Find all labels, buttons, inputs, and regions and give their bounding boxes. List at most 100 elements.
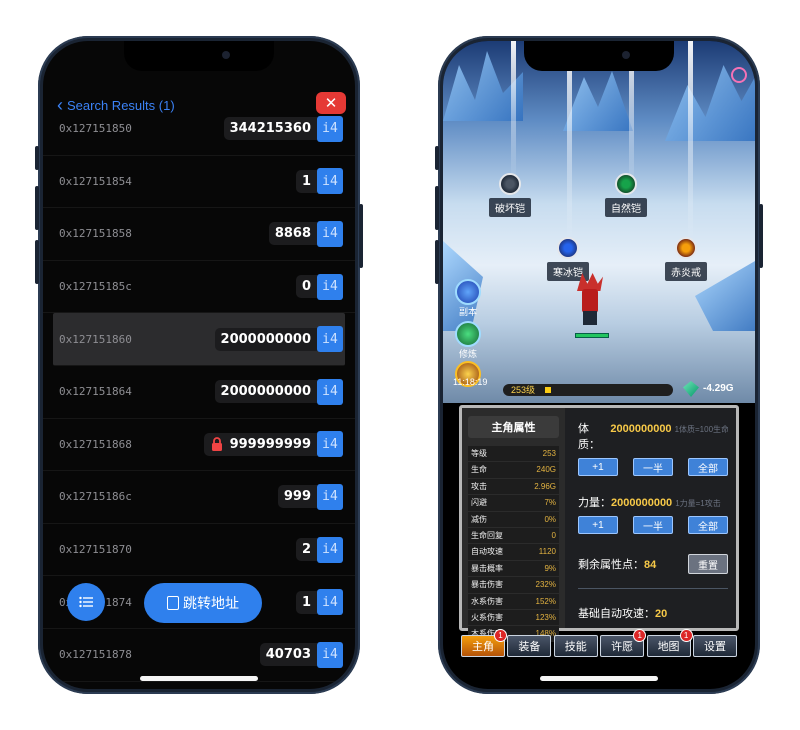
result-row-selected[interactable]: 0x127151860 2000000000 i4: [53, 313, 345, 366]
constitution-label: 体质：: [578, 423, 600, 451]
stat-key: 等级: [471, 449, 487, 458]
tab-equipment[interactable]: 装备: [507, 635, 552, 657]
type-badge[interactable]: i4: [317, 168, 343, 195]
value-field[interactable]: 8868: [268, 222, 317, 246]
armor-flame[interactable]: 赤炎戒: [665, 237, 707, 281]
armor-nature[interactable]: 自然铠: [605, 173, 647, 217]
value-text: 999: [283, 489, 311, 505]
value-field[interactable]: 1: [295, 590, 317, 614]
reset-button[interactable]: 重置: [688, 554, 728, 574]
result-row[interactable]: 0x127151864 2000000000 i4: [43, 366, 355, 419]
result-row[interactable]: 0x127151878 40703 i4: [43, 629, 355, 682]
strength-note: 1力量=1攻击: [675, 499, 721, 508]
type-badge[interactable]: i4: [317, 220, 343, 247]
constitution-line: 体质： 2000000000 1体质=100生命: [578, 420, 728, 452]
home-indicator: [540, 676, 658, 681]
lock-icon[interactable]: [210, 437, 224, 452]
type-badge[interactable]: i4: [317, 536, 343, 563]
value-field[interactable]: 999: [277, 485, 317, 509]
stat-row: 生命 240G: [468, 462, 559, 478]
hero-body: [582, 289, 598, 313]
value-text: 0: [301, 279, 311, 295]
stat-row: 暴击概率 9%: [468, 560, 559, 577]
result-row[interactable]: 0x127151870 2 i4: [43, 524, 355, 577]
result-row[interactable]: 0x127151854 1 i4: [43, 156, 355, 209]
stat-value: 253: [542, 449, 556, 458]
stat-value: 123%: [535, 612, 556, 622]
value-text: 1: [301, 173, 311, 189]
list-fab-button[interactable]: [67, 583, 105, 621]
constitution-buttons: +1 一半 全部: [578, 458, 728, 476]
str-plus-one-button[interactable]: +1: [578, 516, 618, 534]
value-field[interactable]: 2000000000: [214, 327, 317, 351]
address-text: 0x127151854: [59, 174, 132, 188]
stat-key: 暴击伤害: [471, 580, 503, 590]
power-button: [359, 204, 363, 268]
type-badge[interactable]: i4: [317, 273, 343, 300]
train-button[interactable]: 修炼: [455, 321, 481, 360]
value-text: 8868: [274, 226, 311, 242]
con-all-button[interactable]: 全部: [688, 458, 728, 476]
stat-row: 自动攻速 1120: [468, 544, 559, 560]
result-row[interactable]: 0x127151868 999999999 i4: [43, 419, 355, 472]
tab-skills[interactable]: 技能: [553, 635, 598, 657]
str-half-button[interactable]: 一半: [633, 516, 673, 534]
notch: [124, 41, 274, 71]
value-field[interactable]: 999999999: [203, 432, 317, 456]
type-badge[interactable]: i4: [317, 589, 343, 616]
value-text: 999999999: [229, 436, 311, 452]
tab-label: 地图: [657, 641, 680, 653]
type-badge[interactable]: i4: [317, 641, 343, 668]
type-badge[interactable]: i4: [317, 431, 343, 458]
result-row[interactable]: 0x12715186c 999 i4: [43, 471, 355, 524]
tab-map[interactable]: 地图 1: [646, 629, 693, 657]
con-half-button[interactable]: 一半: [633, 458, 673, 476]
con-plus-one-button[interactable]: +1: [578, 458, 618, 476]
value-field[interactable]: 2000000000: [214, 380, 317, 404]
type-badge[interactable]: i4: [317, 326, 343, 353]
mute-switch: [35, 146, 39, 170]
strength-label: 力量：: [578, 497, 611, 509]
value-field[interactable]: 40703: [259, 643, 317, 667]
stat-row: 暴击伤害 232%: [468, 577, 559, 593]
dungeon-button[interactable]: 副本: [455, 279, 481, 318]
str-all-button[interactable]: 全部: [688, 516, 728, 534]
jump-address-button[interactable]: 跳转地址: [144, 583, 262, 623]
tab-wish[interactable]: 许愿 1: [600, 629, 647, 657]
left-phone-frame: ‹ Search Results (1) ✕ 0x127151850 34421…: [35, 36, 363, 694]
type-badge[interactable]: i4: [317, 483, 343, 510]
value-field[interactable]: 1: [295, 169, 317, 193]
value-field[interactable]: 2: [295, 538, 317, 562]
volume-up-button: [35, 186, 39, 230]
armor-destroy[interactable]: 破坏铠: [489, 173, 531, 217]
type-badge[interactable]: i4: [317, 378, 343, 405]
stat-value: 232%: [535, 580, 556, 590]
stat-value: 240G: [536, 465, 556, 475]
value-group: 40703 i4: [259, 641, 343, 668]
volume-down-button: [35, 240, 39, 284]
left-screen: ‹ Search Results (1) ✕ 0x127151850 34421…: [43, 41, 355, 689]
armor-label: 自然铠: [605, 198, 647, 217]
result-row[interactable]: 0x127151850 344215360 i4: [43, 103, 355, 156]
result-row[interactable]: 0x127151858 8868 i4: [43, 208, 355, 261]
stat-key: 攻击: [471, 481, 487, 491]
type-badge[interactable]: i4: [317, 115, 343, 142]
stat-row: 火系伤害 123%: [468, 609, 559, 626]
result-row[interactable]: 0x12715185c 0 i4: [43, 261, 355, 314]
value-group: 999999999 i4: [203, 431, 343, 458]
tab-settings[interactable]: 设置: [692, 635, 737, 657]
tab-hero[interactable]: 主角 1: [461, 629, 507, 657]
settings-ring-icon[interactable]: [731, 67, 747, 83]
notch: [524, 41, 674, 71]
level-bar: 253级: [503, 384, 673, 396]
stat-row: 闪避 7%: [468, 495, 559, 511]
value-group: 8868 i4: [268, 220, 343, 247]
tab-label: 主角: [472, 641, 494, 653]
dungeon-icon: [455, 279, 481, 305]
value-field[interactable]: 344215360: [223, 117, 317, 141]
right-screen: 破坏铠 自然铠 寒冰铠 赤炎戒 副本 修炼 11:18:19 253级 -4.2…: [443, 41, 755, 689]
stat-key: 闪避: [471, 498, 487, 508]
right-phone-frame: 破坏铠 自然铠 寒冰铠 赤炎戒 副本 修炼 11:18:19 253级 -4.2…: [435, 36, 763, 694]
game-time: 11:18:19: [453, 377, 488, 387]
value-field[interactable]: 0: [295, 275, 317, 299]
